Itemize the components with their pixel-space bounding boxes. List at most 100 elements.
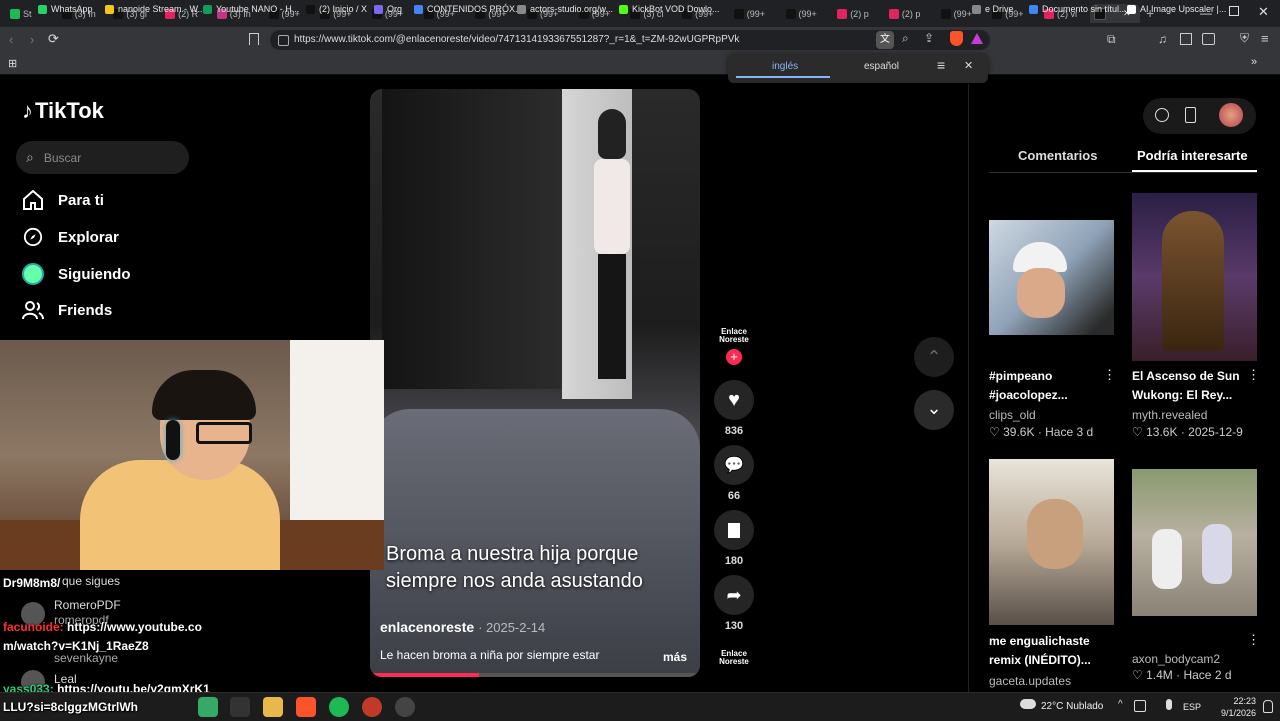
previous-video-button[interactable]: ⌃: [914, 337, 954, 377]
task-view-icon[interactable]: [230, 697, 250, 717]
browser-tab[interactable]: (99+: [782, 4, 832, 23]
card-2-author[interactable]: myth.revealed: [1132, 408, 1207, 422]
microphone-icon[interactable]: [1166, 699, 1172, 710]
tiktok-logo-text: TikTok: [35, 98, 104, 123]
bookmark-item[interactable]: e Drive: [972, 4, 1014, 14]
card-4-more-icon[interactable]: ⋮: [1247, 632, 1260, 648]
bookmark-item[interactable]: CONTENIDOS PRÓX...: [414, 4, 523, 14]
translate-icon[interactable]: 文: [876, 31, 894, 49]
weather-text[interactable]: 22°C Nublado: [1041, 701, 1103, 712]
translate-close-icon[interactable]: ✕: [964, 59, 973, 72]
home-icon: [23, 190, 43, 210]
follow-plus-button[interactable]: +: [726, 349, 742, 365]
tray-chevron-icon[interactable]: ^: [1118, 699, 1123, 710]
app-icon[interactable]: [395, 697, 415, 717]
card-3-author[interactable]: gaceta.updates: [989, 674, 1071, 688]
share-button[interactable]: ➦: [714, 575, 754, 615]
card-1-author[interactable]: clips_old: [989, 408, 1036, 422]
bookmark-item[interactable]: actors-studio.org/w...: [517, 4, 613, 14]
menu-icon[interactable]: ≡: [1261, 31, 1269, 46]
avatar-icon: [22, 263, 44, 285]
nav-explorar[interactable]: Explorar: [22, 227, 119, 247]
nav-para-ti[interactable]: Para ti: [22, 190, 104, 210]
bookmark-item[interactable]: Youtube NANO - H...: [203, 4, 299, 14]
tiktok-logo[interactable]: ♪ TikTok: [22, 98, 104, 124]
apps-grid-icon[interactable]: ⊞: [8, 57, 17, 70]
clock-date[interactable]: 9/1/2026: [1204, 708, 1256, 718]
suggested-video-thumbnail[interactable]: [1132, 469, 1257, 616]
notification-icon[interactable]: [1263, 700, 1273, 713]
phone-icon[interactable]: [1185, 107, 1196, 123]
zoom-icon[interactable]: ⌕: [902, 31, 909, 46]
card-4-author[interactable]: axon_bodycam2: [1132, 652, 1220, 666]
reload-icon[interactable]: ⟳: [48, 31, 59, 47]
suggested-video-thumbnail[interactable]: [989, 220, 1114, 335]
next-video-button[interactable]: ⌄: [914, 390, 954, 430]
browser-tab[interactable]: (2) p: [885, 4, 935, 23]
file-explorer-icon[interactable]: [263, 697, 283, 717]
card-2-more-icon[interactable]: ⋮: [1247, 367, 1260, 383]
like-button[interactable]: ♥: [714, 380, 754, 420]
tab-podria-interesarte[interactable]: Podría interesarte: [1137, 148, 1248, 163]
brave-browser-icon[interactable]: [296, 697, 316, 717]
save-button[interactable]: [714, 510, 754, 550]
card-1-more-icon[interactable]: ⋮: [1103, 367, 1116, 383]
share-icon[interactable]: ⇪: [924, 31, 934, 45]
bookmark-item[interactable]: AI Image Upscaler |...: [1127, 4, 1226, 14]
vpn-icon[interactable]: ⛨: [1240, 31, 1249, 46]
video-more-link[interactable]: más: [663, 650, 687, 664]
back-button[interactable]: ‹: [9, 32, 13, 47]
card-3-title[interactable]: me engualichaste remix (INÉDITO)...: [989, 632, 1091, 670]
bookmark-item[interactable]: nanoide Stream - W...: [105, 4, 205, 14]
bookmark-item[interactable]: WhatsApp: [38, 4, 93, 14]
video-progress-track[interactable]: [370, 673, 700, 677]
card-1-title[interactable]: #pimpeano #joacolopez...: [989, 367, 1068, 405]
window-restore-button[interactable]: [1229, 6, 1239, 16]
profile-avatar[interactable]: [1219, 103, 1243, 127]
brave-rewards-icon[interactable]: [971, 33, 983, 44]
bookmark-item[interactable]: Org: [374, 4, 402, 14]
translate-options-icon[interactable]: ≡: [937, 57, 945, 73]
language-indicator[interactable]: ESP: [1183, 702, 1201, 712]
window-close-button[interactable]: ✕: [1258, 4, 1269, 20]
obs-icon[interactable]: [362, 697, 382, 717]
channel-badge[interactable]: Enlace Noreste: [714, 328, 754, 344]
video-player[interactable]: Broma a nuestra hija porque siempre nos …: [370, 89, 700, 677]
tray-app-icon[interactable]: [1134, 700, 1146, 712]
weather-icon[interactable]: [1020, 699, 1036, 709]
translate-lang-from[interactable]: inglés: [772, 61, 798, 72]
bookmark-item[interactable]: KickBot VOD Dowlo...: [619, 4, 720, 14]
video-author[interactable]: enlacenoreste: [380, 619, 474, 635]
sidebar-toggle-icon[interactable]: [1180, 33, 1192, 45]
comment-button[interactable]: 💬: [714, 445, 754, 485]
browser-tab[interactable]: (99+: [730, 4, 780, 23]
suggested-video-thumbnail[interactable]: [1132, 193, 1257, 361]
nav-siguiendo[interactable]: Siguiendo: [22, 263, 131, 285]
bookmark-favicon-icon: [105, 4, 114, 14]
bookmark-item[interactable]: (2) Inicio / X: [306, 4, 367, 14]
channel-badge-bottom[interactable]: Enlace Noreste: [714, 650, 754, 666]
taskbar-pinned-app-icon[interactable]: [198, 697, 218, 717]
browser-tab[interactable]: (2) p: [833, 4, 883, 23]
tab-label: (2) p: [901, 8, 921, 19]
coin-icon[interactable]: [1155, 108, 1169, 122]
tab-favicon-icon: [10, 8, 20, 19]
forward-button[interactable]: ›: [30, 32, 34, 47]
search-input[interactable]: ⌕ Buscar: [16, 141, 189, 174]
tab-comentarios[interactable]: Comentarios: [1018, 148, 1097, 163]
nav-friends[interactable]: Friends: [22, 300, 112, 320]
wallet-icon[interactable]: [1202, 33, 1215, 45]
clock-time[interactable]: 22:23: [1210, 696, 1256, 706]
translate-lang-to[interactable]: español: [864, 61, 899, 72]
bookmark-page-icon[interactable]: [249, 33, 259, 45]
site-settings-icon[interactable]: [278, 35, 289, 46]
card-2-title[interactable]: El Ascenso de Sun Wukong: El Rey...: [1132, 367, 1240, 405]
bookmark-item[interactable]: Documento sin títul...: [1029, 4, 1127, 14]
extensions-icon[interactable]: ⧉: [1107, 32, 1116, 47]
media-icon[interactable]: ♫: [1158, 32, 1167, 46]
more-bookmarks-icon[interactable]: »: [1251, 56, 1257, 68]
spotify-icon[interactable]: [329, 697, 349, 717]
brave-shield-icon[interactable]: [950, 31, 963, 46]
suggested-video-thumbnail[interactable]: [989, 459, 1114, 625]
tab-label: (99+: [746, 8, 766, 19]
